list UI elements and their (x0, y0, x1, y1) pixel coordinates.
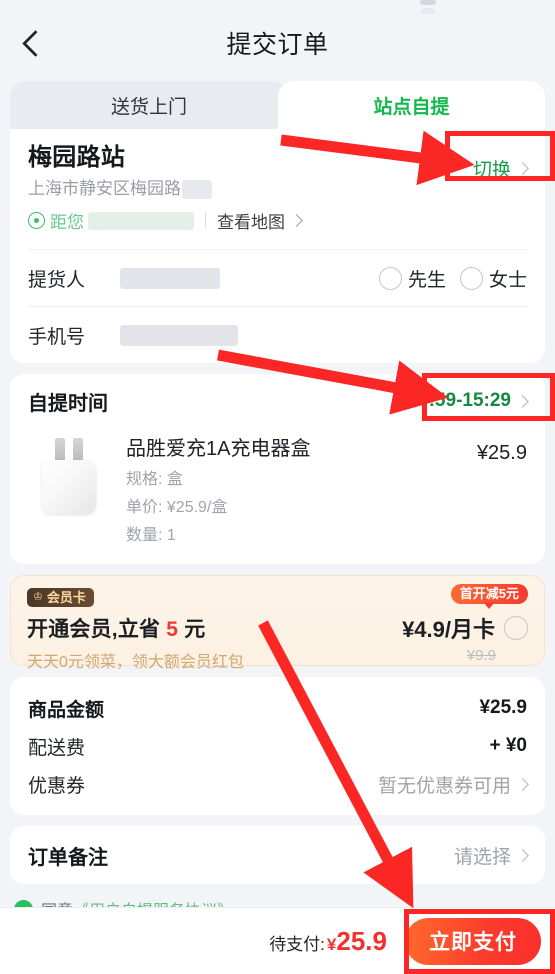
chevron-right-icon (290, 214, 303, 227)
charger-body-icon (42, 460, 96, 514)
status-indicator-icon (420, 0, 436, 5)
receiver-name-row: 提货人 先生 女士 (10, 250, 545, 306)
fee-value-coupon[interactable]: 暂无优惠券可用 (377, 771, 529, 798)
pay-now-button[interactable]: 立即支付 (405, 917, 541, 965)
membership-badge: ♔ 会员卡 (27, 588, 94, 607)
bottom-payment-bar: 待支付: ¥25.9 立即支付 (0, 908, 555, 974)
pickup-time-value: 14:59-15:29 (407, 390, 511, 411)
phone-input-redaction[interactable] (120, 324, 238, 346)
product-unit-price: 单价: ¥25.9/盒 (126, 499, 228, 516)
fee-row-coupon[interactable]: 优惠券 暂无优惠券可用 (10, 765, 545, 803)
gender-selector: 先生 女士 (378, 265, 527, 292)
pickup-time-row: 自提时间 14:59-15:29 (10, 374, 545, 428)
delivery-mode-tabs: 送货上门 站点自提 (10, 81, 545, 129)
distance-redaction (88, 211, 194, 230)
gender-option-mr[interactable]: 先生 (378, 265, 446, 292)
membership-checkbox[interactable] (504, 616, 528, 640)
fee-value-coupon-text: 暂无优惠券可用 (377, 775, 511, 797)
nav-bar: 提交订单 (0, 14, 555, 72)
distance-label: 距您 (50, 213, 84, 232)
back-button[interactable] (8, 16, 62, 70)
currency-symbol: ¥ (326, 934, 337, 954)
order-submit-screen: 提交订单 送货上门 站点自提 梅园路站 上海市静安区梅园路 距您 查看地图 切换… (0, 0, 555, 974)
membership-badge-label: 会员卡 (46, 590, 86, 605)
payment-total: 待支付: ¥25.9 (269, 926, 387, 957)
membership-price: ¥4.9/月卡 (402, 617, 495, 642)
radio-icon (459, 266, 483, 290)
station-address-redaction (182, 179, 212, 199)
order-remark-card[interactable]: 订单备注 请选择 (10, 826, 545, 884)
tab-station-pickup-label: 站点自提 (373, 96, 450, 118)
station-name: 梅园路站 (28, 144, 126, 171)
product-spec: 规格: 盒 (126, 471, 183, 488)
product-title: 品胜爱充1A充电器盒 (126, 438, 311, 460)
chevron-right-icon (516, 162, 529, 175)
fee-label-coupon: 优惠券 (28, 775, 86, 797)
membership-original-price: ¥9.9 (466, 647, 496, 664)
pay-now-label: 立即支付 (429, 931, 517, 954)
pickup-time-label: 自提时间 (28, 392, 108, 415)
tab-station-pickup[interactable]: 站点自提 (278, 81, 545, 129)
payment-total-number: 25.9 (336, 925, 387, 956)
order-remark-value-text: 请选择 (453, 846, 511, 868)
back-chevron-icon (21, 29, 49, 57)
view-map-link[interactable]: 查看地图 (217, 208, 303, 233)
pickup-station-card: 梅园路站 上海市静安区梅园路 距您 查看地图 切换 提货人 先生 女士 手机号 (10, 129, 545, 363)
station-address: 上海市静安区梅园路 (28, 179, 181, 198)
membership-title-suffix: 元 (178, 618, 206, 641)
chevron-right-icon (516, 394, 529, 408)
switch-station-label: 切换 (472, 160, 511, 181)
pickup-time-selector[interactable]: 14:59-15:29 (407, 390, 529, 412)
charger-image (28, 432, 110, 520)
phone-row: 手机号 (10, 307, 545, 363)
chevron-right-icon (516, 848, 529, 862)
tab-home-delivery[interactable]: 送货上门 (10, 81, 288, 129)
view-map-label: 查看地图 (217, 213, 285, 232)
crown-icon: ♔ (33, 591, 43, 603)
page-title: 提交订单 (226, 31, 329, 59)
gender-option-ms[interactable]: 女士 (459, 265, 527, 292)
receiver-name-label: 提货人 (28, 269, 86, 291)
membership-title-prefix: 开通会员,立省 (27, 618, 167, 641)
fee-row-goods: 商品金额 ¥25.9 (10, 689, 545, 727)
tab-home-delivery-label: 送货上门 (110, 96, 187, 118)
gender-option-mr-label: 先生 (407, 269, 446, 291)
station-info: 梅园路站 上海市静安区梅园路 距您 查看地图 切换 (10, 129, 545, 249)
fee-row-delivery: 配送费 + ¥0 (10, 727, 545, 765)
station-address-row: 上海市静安区梅园路 (28, 178, 527, 200)
receiver-name-input-redaction[interactable] (120, 267, 220, 289)
gender-option-ms-label: 女士 (488, 269, 527, 291)
membership-price-block: 首开减5元 ¥4.9/月卡 ¥9.9 (402, 584, 528, 664)
product-item: 品胜爱充1A充电器盒 规格: 盒 单价: ¥25.9/盒 数量: 1 ¥25.9 (10, 428, 545, 564)
payment-total-label: 待支付: (269, 934, 325, 954)
phone-label: 手机号 (28, 326, 86, 348)
radio-icon (378, 266, 402, 290)
fee-value-delivery: + ¥0 (489, 735, 527, 756)
membership-promo-badge: 首开减5元 (450, 584, 528, 609)
membership-saving-amount: 5 (166, 618, 179, 641)
chevron-right-icon (516, 777, 529, 791)
order-remark-label: 订单备注 (28, 846, 108, 869)
location-pin-icon (28, 212, 45, 229)
order-remark-value[interactable]: 请选择 (453, 842, 529, 869)
product-info: 品胜爱充1A充电器盒 规格: 盒 单价: ¥25.9/盒 数量: 1 (110, 432, 527, 546)
membership-price-row: ¥4.9/月卡 (402, 612, 528, 644)
fee-label-delivery: 配送费 (28, 737, 86, 759)
payment-total-amount: ¥25.9 (327, 926, 387, 957)
status-bar (0, 0, 555, 15)
fee-value-goods: ¥25.9 (479, 697, 527, 718)
station-meta-row: 距您 查看地图 (28, 208, 527, 233)
membership-upsell-card[interactable]: ♔ 会员卡 开通会员,立省 5 元 天天0元领菜，领大额会员红包 首开减5元 ¥… (10, 575, 545, 671)
product-quantity: 数量: 1 (126, 527, 176, 544)
product-price: ¥25.9 (476, 442, 527, 464)
order-remark-row[interactable]: 订单备注 请选择 (10, 826, 545, 884)
pickup-time-and-product-card: 自提时间 14:59-15:29 品胜爱充1A充电器盒 规格: 盒 单价: ¥2… (10, 374, 545, 564)
switch-station-button[interactable]: 切换 (472, 155, 529, 182)
fee-label-goods: 商品金额 (28, 699, 105, 721)
meta-divider (205, 212, 206, 229)
fee-summary-card: 商品金额 ¥25.9 配送费 + ¥0 优惠券 暂无优惠券可用 (10, 677, 545, 815)
